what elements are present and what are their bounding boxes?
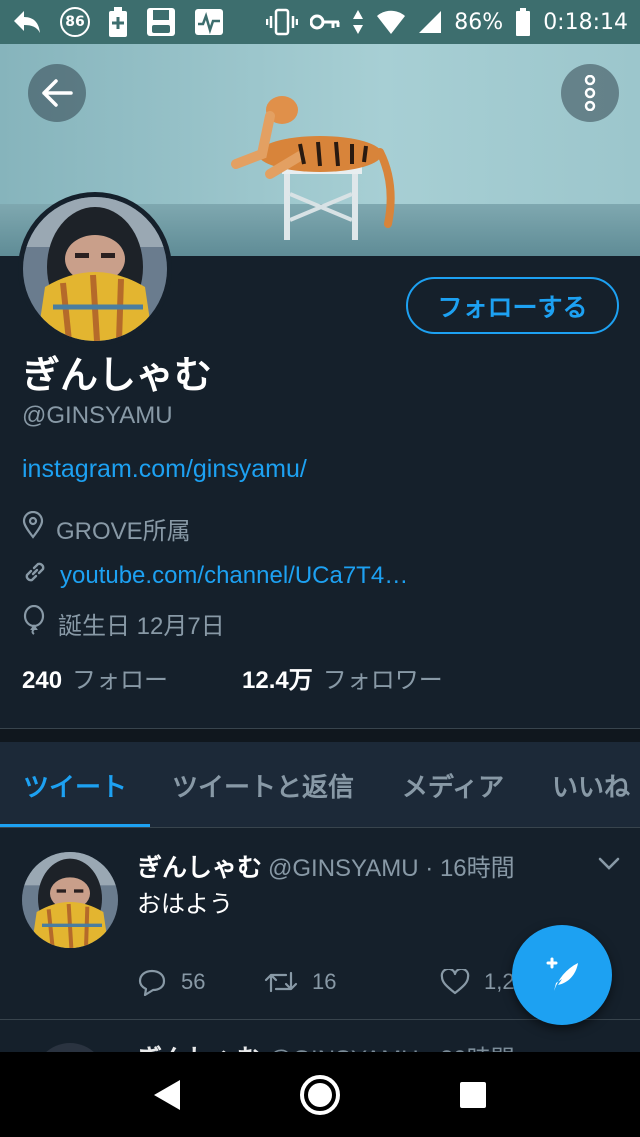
save-icon xyxy=(146,7,176,37)
profile-avatar[interactable] xyxy=(18,192,172,346)
home-circle-icon xyxy=(299,1074,340,1115)
tab-likes[interactable]: いいね xyxy=(530,742,640,827)
following-count[interactable]: 240 フォロー xyxy=(22,660,168,695)
birthday-text: 誕生日 12月7日 xyxy=(58,613,225,640)
location-text: GROVE所属 xyxy=(56,518,191,545)
recents-square-icon xyxy=(460,1081,487,1108)
battery-plus-icon xyxy=(108,7,128,37)
website-link[interactable]: youtube.com/channel/UCa7T4… xyxy=(60,562,408,590)
data-arrows-icon xyxy=(352,9,364,35)
battery-percent: 86% xyxy=(454,9,504,35)
follow-button[interactable]: フォローする xyxy=(406,277,619,334)
reply-arrow-icon xyxy=(12,9,42,35)
compose-tweet-button[interactable] xyxy=(512,925,612,1025)
follow-counts: 240 フォロー 12.4万 フォロワー xyxy=(22,660,443,695)
tweet-author-name: ぎんしゃむ xyxy=(137,1039,262,1052)
nav-back-button[interactable] xyxy=(137,1065,197,1125)
location-row: GROVE所属 xyxy=(22,510,191,546)
tab-tweets-and-replies[interactable]: ツイートと返信 xyxy=(150,742,376,827)
nav-recents-button[interactable] xyxy=(443,1065,503,1125)
tweet-actions: 56 16 1,267 xyxy=(137,968,539,996)
back-arrow-icon xyxy=(42,79,73,107)
profile-tabs: ツイート ツイートと返信 メディア いいね xyxy=(0,742,640,828)
battery-icon xyxy=(515,8,531,36)
tab-media[interactable]: メディア xyxy=(376,742,530,827)
birthday-row: 誕生日 12月7日 xyxy=(22,604,225,642)
reply-button[interactable]: 56 xyxy=(137,968,264,996)
chevron-down-icon[interactable] xyxy=(598,856,620,875)
reply-icon xyxy=(138,969,166,996)
profile-handle: @GINSYAMU xyxy=(22,402,173,429)
tweet-header: ぎんしゃむ @GINSYAMU · 20時間 xyxy=(137,1039,515,1052)
retweet-icon xyxy=(264,971,298,993)
vibrate-icon xyxy=(266,8,299,36)
tweet-author-name: ぎんしゃむ xyxy=(137,853,263,882)
avatar-photo xyxy=(22,852,118,948)
display-name: ぎんしゃむ xyxy=(22,353,213,397)
heart-icon xyxy=(440,969,470,995)
tweet-header: ぎんしゃむ @GINSYAMU · 16時間 xyxy=(137,848,515,884)
tweet-handle-time: @GINSYAMU · 16時間 xyxy=(268,855,515,882)
tweet-text: おはよう xyxy=(137,890,233,918)
back-button[interactable] xyxy=(28,64,86,122)
tab-tweets[interactable]: ツイート xyxy=(0,742,150,827)
tweet-avatar[interactable] xyxy=(34,1043,106,1052)
signal-icon xyxy=(418,10,442,34)
following-number: 240 xyxy=(22,667,63,694)
system-nav-bar xyxy=(0,1052,640,1137)
activity-icon xyxy=(194,8,224,36)
website-row[interactable]: youtube.com/channel/UCa7T4… xyxy=(22,559,408,592)
reply-count: 56 xyxy=(181,969,206,994)
clock: 0:18:14 xyxy=(543,9,628,35)
more-options-button[interactable] xyxy=(561,64,619,122)
tweet-avatar[interactable] xyxy=(22,852,118,948)
bio-link[interactable]: instagram.com/ginsyamu/ xyxy=(22,455,307,484)
followers-count[interactable]: 12.4万 フォロワー xyxy=(242,660,443,695)
retweet-button[interactable]: 16 xyxy=(264,969,440,995)
more-vertical-icon xyxy=(584,75,596,111)
link-icon xyxy=(22,559,48,592)
followers-label: フォロワー xyxy=(322,667,443,694)
tweet-handle-time: @GINSYAMU · 20時間 xyxy=(268,1039,515,1052)
compose-feather-icon xyxy=(546,957,578,991)
retweet-count: 16 xyxy=(312,969,337,994)
wifi-icon xyxy=(376,9,406,35)
followers-number: 12.4万 xyxy=(242,667,313,694)
avatar-photo xyxy=(23,197,167,341)
location-pin-icon xyxy=(22,510,44,546)
tweet[interactable]: ぎんしゃむ @GINSYAMU · 20時間 xyxy=(0,1021,640,1052)
status-bar: 86 86% 0:18:14 xyxy=(0,0,640,44)
key-icon xyxy=(310,13,340,31)
section-divider xyxy=(0,728,640,742)
balloon-icon xyxy=(22,604,46,642)
back-triangle-icon xyxy=(153,1079,180,1110)
nav-home-button[interactable] xyxy=(290,1065,350,1125)
notification-count-icon: 86 xyxy=(60,7,90,37)
following-label: フォロー xyxy=(72,667,169,694)
